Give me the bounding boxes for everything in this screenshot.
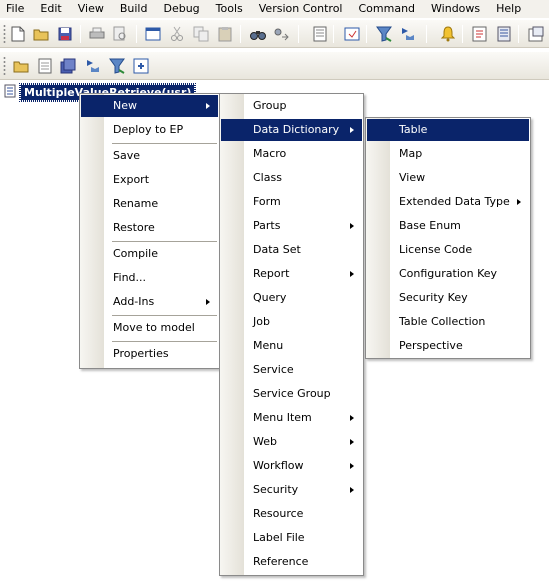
new-query[interactable]: Query bbox=[221, 287, 362, 309]
menu-build[interactable]: Build bbox=[112, 0, 156, 18]
replace-icon[interactable] bbox=[273, 26, 289, 42]
open-folder-icon[interactable] bbox=[33, 26, 49, 42]
menu-command[interactable]: Command bbox=[350, 0, 423, 18]
open-node-icon[interactable] bbox=[13, 58, 29, 74]
new-class[interactable]: Class bbox=[221, 167, 362, 189]
submenu-arrow-icon bbox=[350, 271, 354, 277]
compile-node-icon[interactable] bbox=[85, 58, 101, 74]
context-menu-restore[interactable]: Restore bbox=[81, 217, 218, 239]
new-menu[interactable]: Menu bbox=[221, 335, 362, 357]
new-web[interactable]: Web bbox=[221, 431, 362, 453]
context-menu-export[interactable]: Export bbox=[81, 169, 218, 191]
new-menu-item[interactable]: Menu Item bbox=[221, 407, 362, 429]
menu-view[interactable]: View bbox=[70, 0, 112, 18]
properties-icon[interactable] bbox=[145, 26, 161, 42]
dd-table[interactable]: Table bbox=[367, 119, 529, 141]
new-label-file[interactable]: Label File bbox=[221, 527, 362, 549]
new-workflow[interactable]: Workflow bbox=[221, 455, 362, 477]
menu-file[interactable]: File bbox=[0, 0, 32, 18]
dd-extended-data-type[interactable]: Extended Data Type bbox=[367, 191, 529, 213]
context-menu-new[interactable]: New bbox=[81, 95, 218, 117]
refresh-node-icon[interactable] bbox=[133, 58, 149, 74]
context-menu-move-to-model[interactable]: Move to model bbox=[81, 317, 218, 339]
context-menu-compile[interactable]: Compile bbox=[81, 243, 218, 265]
menu-help[interactable]: Help bbox=[488, 0, 529, 18]
toolbar-grip[interactable] bbox=[3, 24, 6, 44]
submenu-arrow-icon bbox=[350, 127, 354, 133]
dd-base-enum[interactable]: Base Enum bbox=[367, 215, 529, 237]
context-menu: New Deploy to EP Save Export Rename Rest… bbox=[79, 93, 220, 369]
context-menu-deploy-to-ep[interactable]: Deploy to EP bbox=[81, 119, 218, 141]
submenu-arrow-icon bbox=[206, 103, 210, 109]
print-preview-icon[interactable] bbox=[112, 26, 128, 42]
print-icon[interactable] bbox=[89, 26, 105, 42]
data-dictionary-submenu: Table Map View Extended Data Type Base E… bbox=[365, 117, 531, 359]
dd-security-key[interactable]: Security Key bbox=[367, 287, 529, 309]
alert-bell-icon[interactable] bbox=[440, 26, 456, 42]
compile-icon[interactable] bbox=[312, 26, 328, 42]
new-service-group[interactable]: Service Group bbox=[221, 383, 362, 405]
new-data-dictionary[interactable]: Data Dictionary bbox=[221, 119, 362, 141]
menu-bar: File Edit View Build Debug Tools Version… bbox=[0, 0, 549, 18]
submenu-arrow-icon bbox=[350, 415, 354, 421]
submenu-arrow-icon bbox=[517, 199, 521, 205]
aot-toolbar bbox=[0, 52, 549, 80]
dd-table-collection[interactable]: Table Collection bbox=[367, 311, 529, 333]
context-menu-save[interactable]: Save bbox=[81, 145, 218, 167]
menu-version-control[interactable]: Version Control bbox=[251, 0, 351, 18]
new-group[interactable]: Group bbox=[221, 95, 362, 117]
new-resource[interactable]: Resource bbox=[221, 503, 362, 525]
new-document-icon[interactable] bbox=[10, 26, 26, 42]
menu-tools[interactable]: Tools bbox=[208, 0, 251, 18]
new-submenu: Group Data Dictionary Macro Class Form P… bbox=[219, 93, 364, 576]
new-reference[interactable]: Reference bbox=[221, 551, 362, 573]
node-properties-icon[interactable] bbox=[37, 58, 53, 74]
form-icon[interactable] bbox=[496, 26, 512, 42]
new-macro[interactable]: Macro bbox=[221, 143, 362, 165]
filter-icon[interactable] bbox=[376, 26, 392, 42]
find-icon[interactable] bbox=[250, 26, 266, 42]
submenu-arrow-icon bbox=[350, 463, 354, 469]
project-node-icon bbox=[4, 84, 16, 101]
new-form[interactable]: Form bbox=[221, 191, 362, 213]
submenu-arrow-icon bbox=[350, 487, 354, 493]
paste-icon[interactable] bbox=[217, 26, 233, 42]
node-filter-icon[interactable] bbox=[109, 58, 125, 74]
menu-edit[interactable]: Edit bbox=[32, 0, 69, 18]
breakpoint-icon[interactable] bbox=[344, 26, 360, 42]
new-parts[interactable]: Parts bbox=[221, 215, 362, 237]
run-icon[interactable] bbox=[400, 26, 416, 42]
menu-windows[interactable]: Windows bbox=[423, 0, 488, 18]
context-menu-add-ins[interactable]: Add-Ins bbox=[81, 291, 218, 313]
dd-license-code[interactable]: License Code bbox=[367, 239, 529, 261]
dd-map[interactable]: Map bbox=[367, 143, 529, 165]
new-report[interactable]: Report bbox=[221, 263, 362, 285]
new-job[interactable]: Job bbox=[221, 311, 362, 333]
context-menu-find[interactable]: Find... bbox=[81, 267, 218, 289]
dd-perspective[interactable]: Perspective bbox=[367, 335, 529, 357]
submenu-arrow-icon bbox=[350, 223, 354, 229]
new-service[interactable]: Service bbox=[221, 359, 362, 381]
submenu-arrow-icon bbox=[206, 299, 210, 305]
report-icon[interactable] bbox=[472, 26, 488, 42]
new-security[interactable]: Security bbox=[221, 479, 362, 501]
save-icon[interactable] bbox=[57, 26, 73, 42]
context-menu-rename[interactable]: Rename bbox=[81, 193, 218, 215]
menu-debug[interactable]: Debug bbox=[155, 0, 207, 18]
submenu-arrow-icon bbox=[350, 439, 354, 445]
new-data-set[interactable]: Data Set bbox=[221, 239, 362, 261]
toolbar-grip[interactable] bbox=[3, 56, 6, 76]
copy-icon[interactable] bbox=[193, 26, 209, 42]
cut-icon[interactable] bbox=[169, 26, 185, 42]
context-menu-properties[interactable]: Properties bbox=[81, 343, 218, 365]
window-icon[interactable] bbox=[528, 26, 544, 42]
save-all-icon[interactable] bbox=[60, 58, 76, 74]
dd-view[interactable]: View bbox=[367, 167, 529, 189]
main-toolbar bbox=[0, 20, 549, 48]
dd-configuration-key[interactable]: Configuration Key bbox=[367, 263, 529, 285]
